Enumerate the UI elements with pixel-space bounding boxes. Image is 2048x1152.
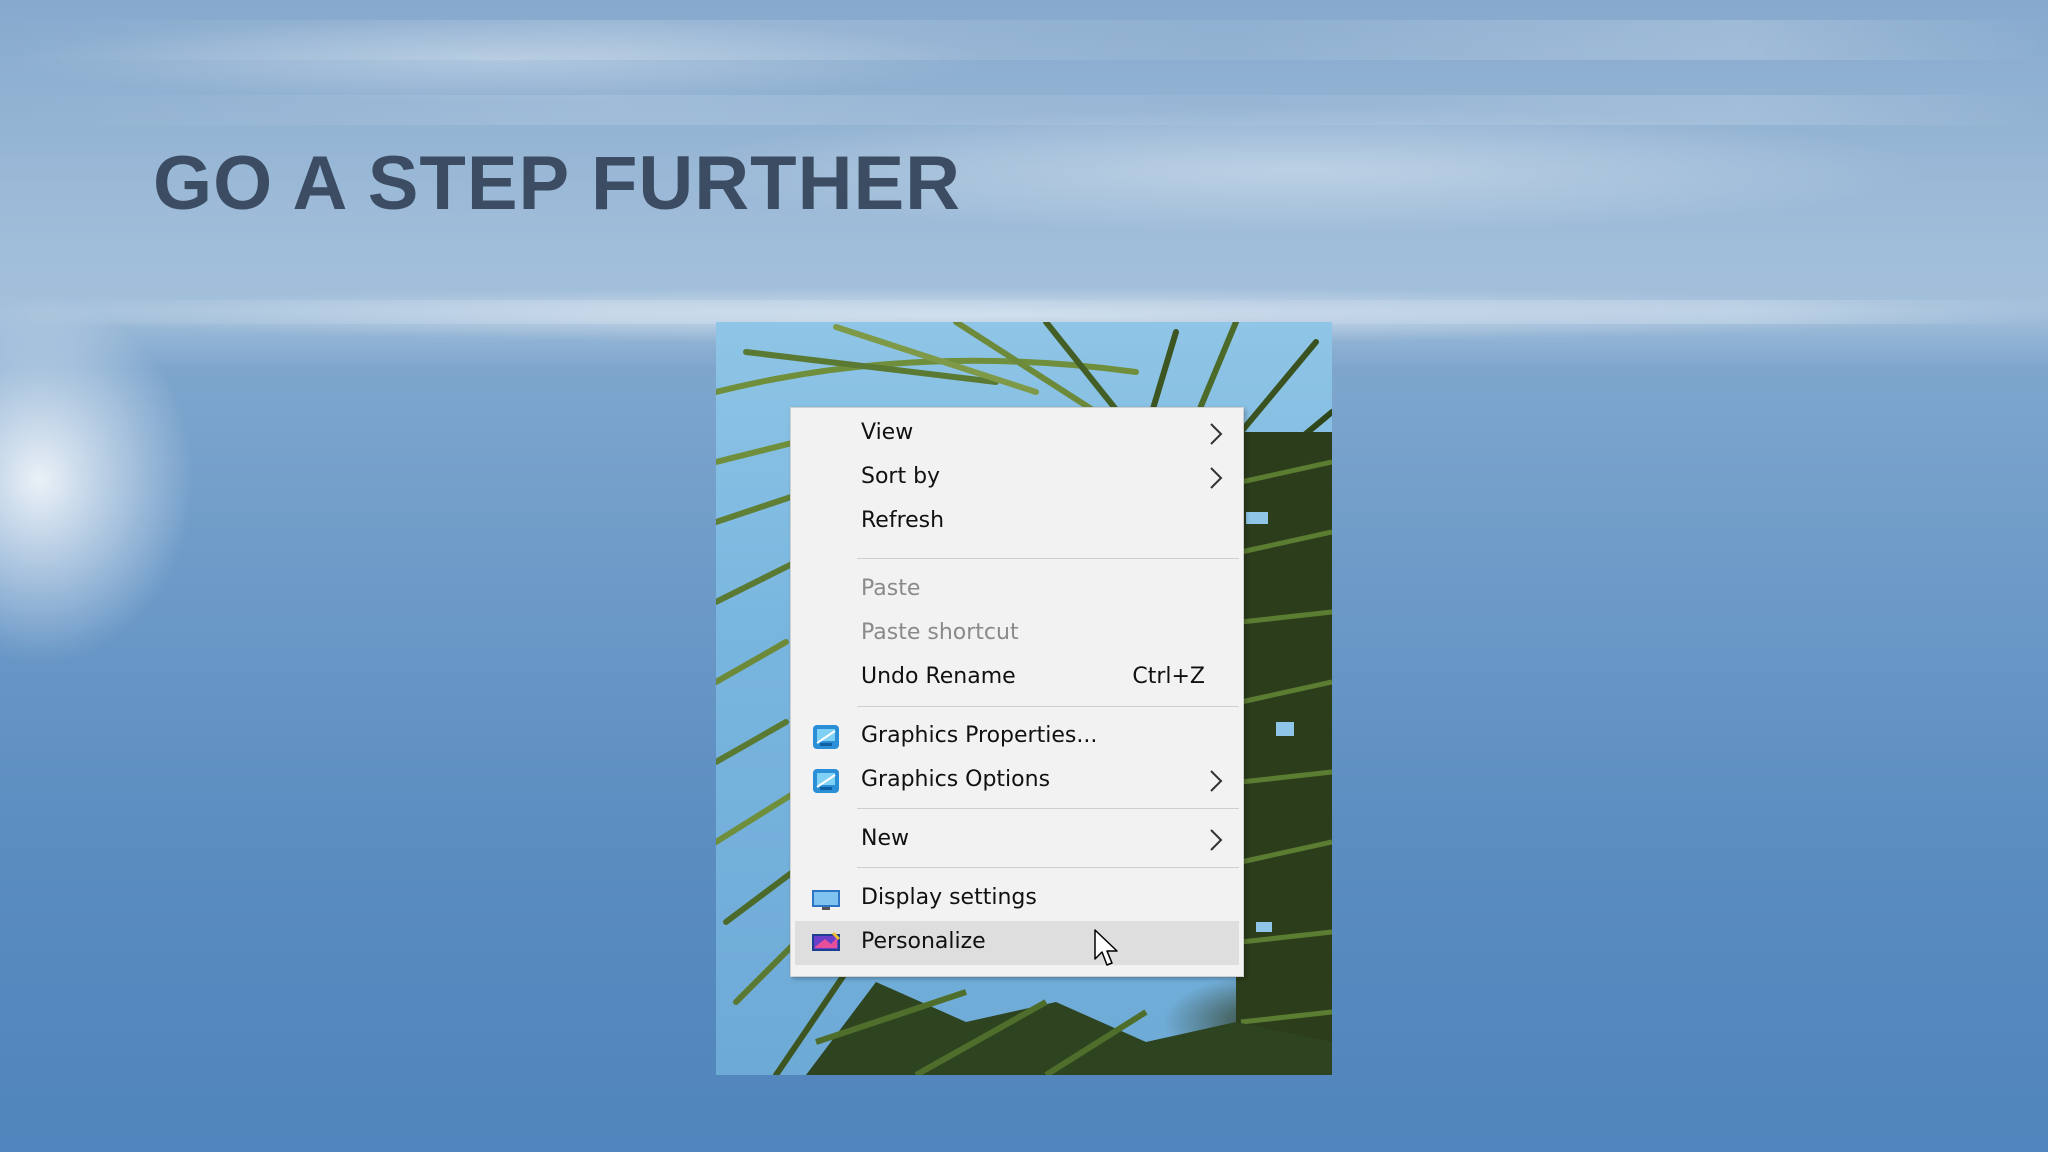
chevron-right-icon (1210, 829, 1223, 851)
chevron-right-icon (1210, 770, 1223, 792)
menu-item-label: Graphics Properties... (861, 723, 1098, 748)
menu-item-sort-by[interactable]: Sort by (795, 456, 1239, 500)
chevron-right-icon (1210, 423, 1223, 445)
cloud-streak (0, 20, 2048, 60)
menu-item-label: Paste (861, 576, 921, 601)
graphics-icon (813, 725, 839, 749)
menu-item-view[interactable]: View (795, 412, 1239, 456)
chevron-right-icon (1210, 467, 1223, 489)
menu-item-display-settings[interactable]: Display settings (795, 877, 1239, 921)
menu-item-label: Paste shortcut (861, 620, 1019, 645)
menu-item-new[interactable]: New (795, 818, 1239, 862)
menu-item-shortcut: Ctrl+Z (1132, 664, 1205, 689)
menu-item-label: New (861, 826, 909, 851)
personalize-icon (812, 931, 841, 951)
menu-item-label: Refresh (861, 508, 945, 533)
slide: GO A STEP FURTHER View Sort by Refresh P… (0, 0, 2048, 1152)
menu-item-label: Undo Rename (861, 664, 1016, 689)
menu-item-undo-rename[interactable]: Undo Rename Ctrl+Z (795, 656, 1239, 700)
menu-item-graphics-properties[interactable]: Graphics Properties... (795, 715, 1239, 759)
menu-item-personalize[interactable]: Personalize (795, 921, 1239, 965)
menu-separator (857, 808, 1239, 809)
menu-separator (857, 558, 1239, 559)
menu-separator (857, 706, 1239, 707)
graphics-icon (813, 769, 839, 793)
mouse-cursor-icon (1094, 929, 1118, 966)
cloud-streak (0, 95, 2048, 125)
menu-item-label: Personalize (861, 929, 986, 954)
menu-item-graphics-options[interactable]: Graphics Options (795, 759, 1239, 803)
slide-title: GO A STEP FURTHER (153, 141, 962, 226)
menu-item-paste-shortcut[interactable]: Paste shortcut (795, 612, 1239, 656)
desktop-screenshot: View Sort by Refresh Paste Paste shortcu… (716, 322, 1332, 1075)
menu-item-label: Display settings (861, 885, 1037, 910)
menu-item-label: Sort by (861, 464, 941, 489)
menu-item-refresh[interactable]: Refresh (795, 500, 1239, 544)
menu-item-label: View (861, 420, 914, 445)
menu-separator (857, 867, 1239, 868)
menu-item-label: Graphics Options (861, 767, 1051, 792)
horizon-streak (0, 300, 2048, 324)
menu-item-paste[interactable]: Paste (795, 568, 1239, 612)
context-menu: View Sort by Refresh Paste Paste shortcu… (790, 407, 1244, 977)
display-icon (812, 890, 840, 910)
